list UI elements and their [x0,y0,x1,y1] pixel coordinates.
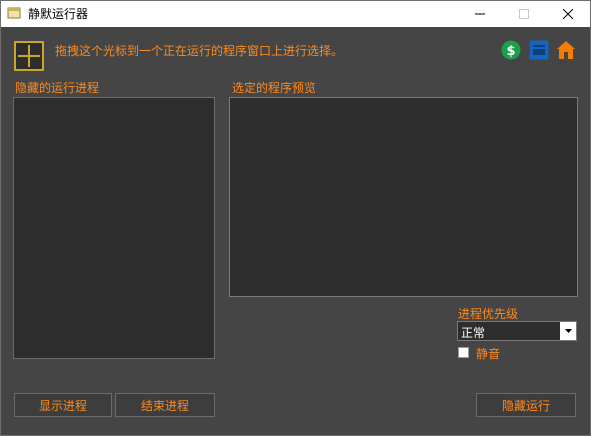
window-title: 静默运行器 [28,7,89,21]
home-icon[interactable] [556,40,576,60]
client-area: 拖拽这个光标到一个正在运行的程序窗口上进行选择。 $ 隐藏的运行进程 选定的程序… [1,27,590,435]
show-process-button[interactable]: 显示进程 [14,393,112,417]
mute-checkbox[interactable] [458,347,469,358]
web-icon[interactable] [529,40,549,60]
priority-select-value: 正常 [461,326,486,340]
mute-label: 静音 [476,347,501,361]
program-preview-panel [229,97,578,297]
priority-select[interactable]: 正常 [457,321,577,341]
close-button[interactable] [546,1,590,27]
app-window: 静默运行器 拖拽这个光标到一个正在运行的程序窗口上进行选择。 $ 隐藏的运行进程… [0,0,591,436]
minimize-icon [475,13,485,15]
preview-label: 选定的程序预览 [232,81,317,95]
minimize-button[interactable] [458,1,502,27]
end-process-button[interactable]: 结束进程 [115,393,215,417]
close-icon [563,9,573,19]
dollar-icon[interactable]: $ [501,40,521,60]
hidden-processes-label: 隐藏的运行进程 [15,81,100,95]
maximize-icon [519,9,529,19]
hide-run-button[interactable]: 隐藏运行 [476,393,576,417]
maximize-button[interactable] [502,1,546,27]
instruction-text: 拖拽这个光标到一个正在运行的程序窗口上进行选择。 [55,44,344,58]
chevron-down-icon[interactable] [560,322,576,340]
svg-text:$: $ [506,44,515,59]
crosshair-drag-target[interactable] [14,41,44,71]
crosshair-icon [18,45,40,67]
priority-label: 进程优先级 [458,307,519,321]
app-icon [7,7,21,19]
title-bar[interactable]: 静默运行器 [1,1,590,27]
hidden-processes-list[interactable] [13,97,215,359]
